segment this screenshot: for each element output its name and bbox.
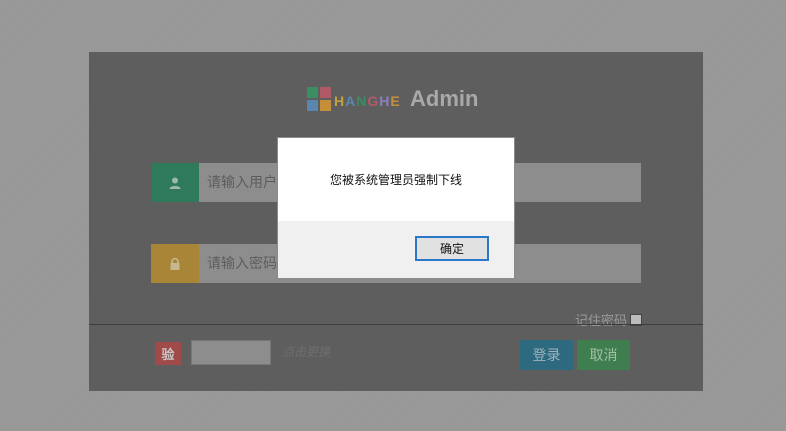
lock-icon <box>151 244 199 283</box>
logo-brand-text: HANGHE <box>334 93 401 109</box>
captcha-refresh-link[interactable]: 点击更换 <box>282 343 330 360</box>
dialog-ok-button[interactable]: 确定 <box>415 236 489 261</box>
divider <box>89 324 703 325</box>
dialog-message: 您被系统管理员强制下线 <box>329 173 462 187</box>
alert-dialog: 您被系统管理员强制下线 确定 <box>277 137 515 279</box>
captcha-input[interactable] <box>191 340 271 365</box>
remember-password-label: 记住密码 <box>574 314 627 329</box>
login-button[interactable]: 登录 <box>520 340 573 370</box>
cancel-button[interactable]: 取消 <box>577 340 630 370</box>
captcha-badge: 验 <box>155 342 181 365</box>
remember-password[interactable]: 记住密码 <box>575 310 642 329</box>
logo-admin-text: Admin <box>410 86 479 111</box>
user-icon <box>151 163 199 202</box>
dialog-message-area: 您被系统管理员强制下线 <box>278 138 514 221</box>
app-logo: HANGHE Admin <box>307 86 507 112</box>
logo-grid-icon <box>307 87 331 111</box>
